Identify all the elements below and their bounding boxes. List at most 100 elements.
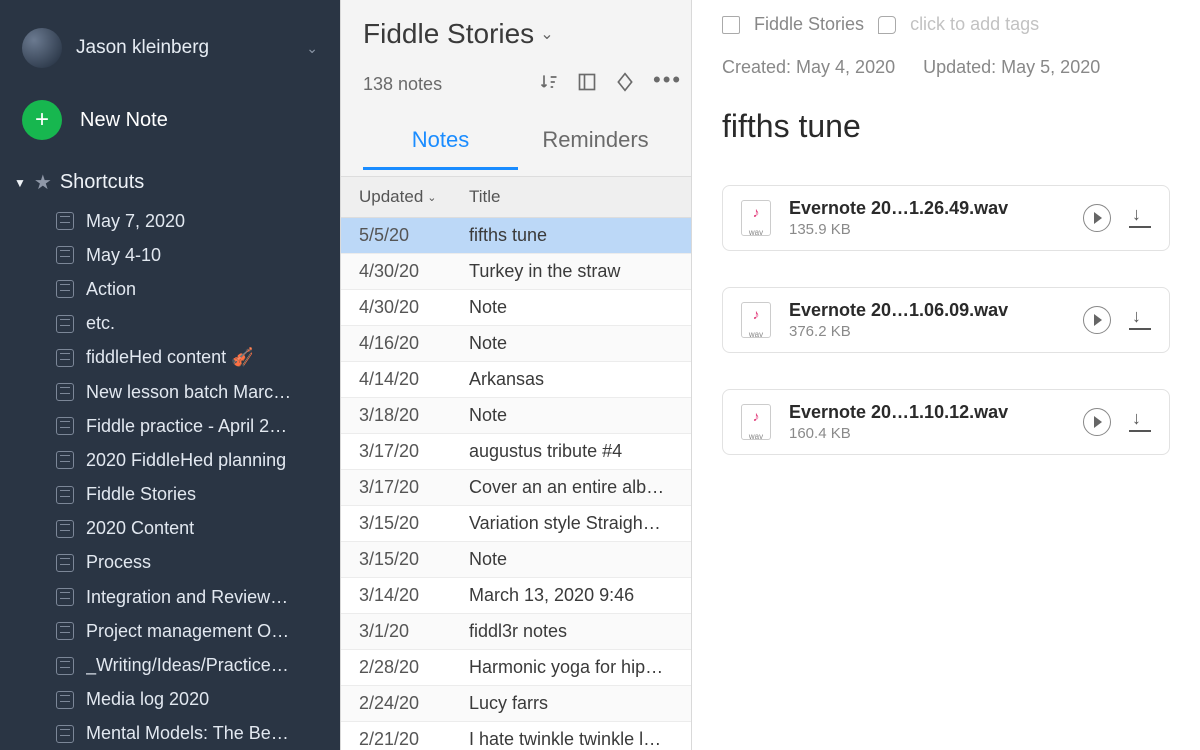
sidebar-item[interactable]: Media log 2020 <box>56 684 330 716</box>
note-row[interactable]: 3/1/20fiddl3r notes <box>341 614 691 650</box>
view-options-icon[interactable] <box>577 72 597 97</box>
sidebar-item[interactable]: New lesson batch Marc… <box>56 376 330 408</box>
note-title[interactable]: fifths tune <box>722 108 1170 145</box>
note-row-title: Cover an an entire alb… <box>469 477 673 498</box>
note-row-title: Variation style Straigh… <box>469 513 673 534</box>
sidebar-item-label: Project management O… <box>86 621 289 642</box>
sidebar-item[interactable]: May 4-10 <box>56 239 330 271</box>
attachment[interactable]: wavEvernote 20…1.06.09.wav376.2 KB <box>722 287 1170 353</box>
note-icon <box>56 554 74 572</box>
note-row-date: 3/17/20 <box>359 477 469 498</box>
download-button[interactable] <box>1129 310 1151 330</box>
column-header-title[interactable]: Title <box>469 187 673 207</box>
note-list-header: Fiddle Stories ⌄ 138 notes ••• Notes Rem… <box>341 0 691 176</box>
attachment-size: 376.2 KB <box>789 323 1065 340</box>
note-notebook-label[interactable]: Fiddle Stories <box>754 14 864 35</box>
sidebar-item-label: Process <box>86 552 151 573</box>
more-options-icon[interactable]: ••• <box>653 75 673 95</box>
notebook-title: Fiddle Stories <box>363 18 534 50</box>
notebook-title-dropdown[interactable]: Fiddle Stories ⌄ <box>363 18 673 50</box>
play-button[interactable] <box>1083 408 1111 436</box>
note-row[interactable]: 2/28/20Harmonic yoga for hip… <box>341 650 691 686</box>
note-row-date: 2/21/20 <box>359 729 469 750</box>
note-row[interactable]: 2/24/20Lucy farrs <box>341 686 691 722</box>
sidebar-item[interactable]: Fiddle practice - April 2… <box>56 410 330 442</box>
sidebar-item[interactable]: 2020 FiddleHed planning <box>56 444 330 476</box>
shortcuts-header[interactable]: ▼ ★ Shortcuts <box>0 166 340 205</box>
account-switcher[interactable]: Jason kleinberg ⌄ <box>0 18 340 90</box>
note-row[interactable]: 5/5/20fifths tune <box>341 218 691 254</box>
sidebar-item[interactable]: Process <box>56 547 330 579</box>
attachment-actions <box>1083 204 1151 232</box>
note-row[interactable]: 4/30/20Note <box>341 290 691 326</box>
tag-icon <box>878 16 896 34</box>
sidebar-item[interactable]: fiddleHed content 🎻 <box>56 342 330 374</box>
note-row[interactable]: 3/17/20augustus tribute #4 <box>341 434 691 470</box>
sidebar: Jason kleinberg ⌄ + New Note ▼ ★ Shortcu… <box>0 0 340 750</box>
note-row-title: fiddl3r notes <box>469 621 673 642</box>
sort-icon[interactable] <box>539 72 559 97</box>
attachment-name: Evernote 20…1.06.09.wav <box>789 300 1065 321</box>
tag-filter-icon[interactable] <box>615 72 635 97</box>
play-button[interactable] <box>1083 306 1111 334</box>
note-icon <box>56 451 74 469</box>
note-row-date: 3/1/20 <box>359 621 469 642</box>
note-row[interactable]: 4/30/20Turkey in the straw <box>341 254 691 290</box>
sidebar-item[interactable]: May 7, 2020 <box>56 205 330 237</box>
note-row-title: Note <box>469 405 673 426</box>
updated-date: Updated: May 5, 2020 <box>923 57 1100 78</box>
note-row-date: 2/24/20 <box>359 693 469 714</box>
new-note-button[interactable]: + <box>22 100 62 140</box>
attachment[interactable]: wav Evernote 20…1.26.49.wav135.9 KB <box>722 185 1170 251</box>
audio-file-icon: wav <box>741 404 771 440</box>
sidebar-item-label: Mental Models: The Be… <box>86 723 289 744</box>
sidebar-item[interactable]: Fiddle Stories <box>56 479 330 511</box>
audio-file-icon: wav <box>741 200 771 236</box>
attachment-size: 160.4 KB <box>789 425 1065 442</box>
note-icon <box>56 725 74 743</box>
note-row[interactable]: 3/17/20Cover an an entire alb… <box>341 470 691 506</box>
note-row-date: 3/18/20 <box>359 405 469 426</box>
note-row-date: 5/5/20 <box>359 225 469 246</box>
add-tags-field[interactable]: click to add tags <box>910 14 1039 35</box>
avatar <box>22 28 62 68</box>
download-button[interactable] <box>1129 208 1151 228</box>
note-row[interactable]: 3/18/20Note <box>341 398 691 434</box>
note-row-date: 3/15/20 <box>359 513 469 534</box>
note-row[interactable]: 3/15/20Note <box>341 542 691 578</box>
note-row-date: 4/30/20 <box>359 261 469 282</box>
sidebar-item[interactable]: Project management O… <box>56 615 330 647</box>
note-icon <box>56 691 74 709</box>
sidebar-item-label: May 7, 2020 <box>86 211 185 232</box>
note-icon <box>56 280 74 298</box>
new-note-label[interactable]: New Note <box>80 109 168 132</box>
sidebar-item[interactable]: 2020 Content <box>56 513 330 545</box>
note-list: 5/5/20fifths tune4/30/20Turkey in the st… <box>341 218 691 750</box>
download-button[interactable] <box>1129 412 1151 432</box>
sidebar-item[interactable]: etc. <box>56 308 330 340</box>
sidebar-item-label: Media log 2020 <box>86 689 209 710</box>
sidebar-item[interactable]: Action <box>56 273 330 305</box>
sidebar-item[interactable]: Mental Models: The Be… <box>56 718 330 750</box>
note-row[interactable]: 4/16/20Note <box>341 326 691 362</box>
tab-reminders[interactable]: Reminders <box>518 115 673 170</box>
sidebar-item-label: Action <box>86 279 136 300</box>
note-icon <box>56 417 74 435</box>
note-row[interactable]: 3/14/20March 13, 2020 9:46 <box>341 578 691 614</box>
attachments-list: wav Evernote 20…1.26.49.wav135.9 KB wav Eve… <box>722 185 1170 455</box>
sidebar-item[interactable]: Integration and Review… <box>56 581 330 613</box>
sidebar-item[interactable]: _Writing/Ideas/Practice… <box>56 649 330 681</box>
note-icon <box>56 315 74 333</box>
note-row[interactable]: 2/21/20I hate twinkle twinkle l… <box>341 722 691 750</box>
attachment-info: Evernote 20…1.26.49.wav135.9 KB <box>789 198 1065 238</box>
note-row[interactable]: 3/15/20Variation style Straigh… <box>341 506 691 542</box>
note-row-date: 2/28/20 <box>359 657 469 678</box>
attachment[interactable]: wavEvernote 20…1.10.12.wav160.4 KB <box>722 389 1170 455</box>
play-button[interactable] <box>1083 204 1111 232</box>
list-tabs: Notes Reminders <box>363 115 673 170</box>
note-row-title: Turkey in the straw <box>469 261 673 282</box>
tab-notes[interactable]: Notes <box>363 115 518 170</box>
note-row[interactable]: 4/14/20Arkansas <box>341 362 691 398</box>
column-header-updated[interactable]: Updated ⌄ <box>359 187 469 207</box>
note-icon <box>56 246 74 264</box>
